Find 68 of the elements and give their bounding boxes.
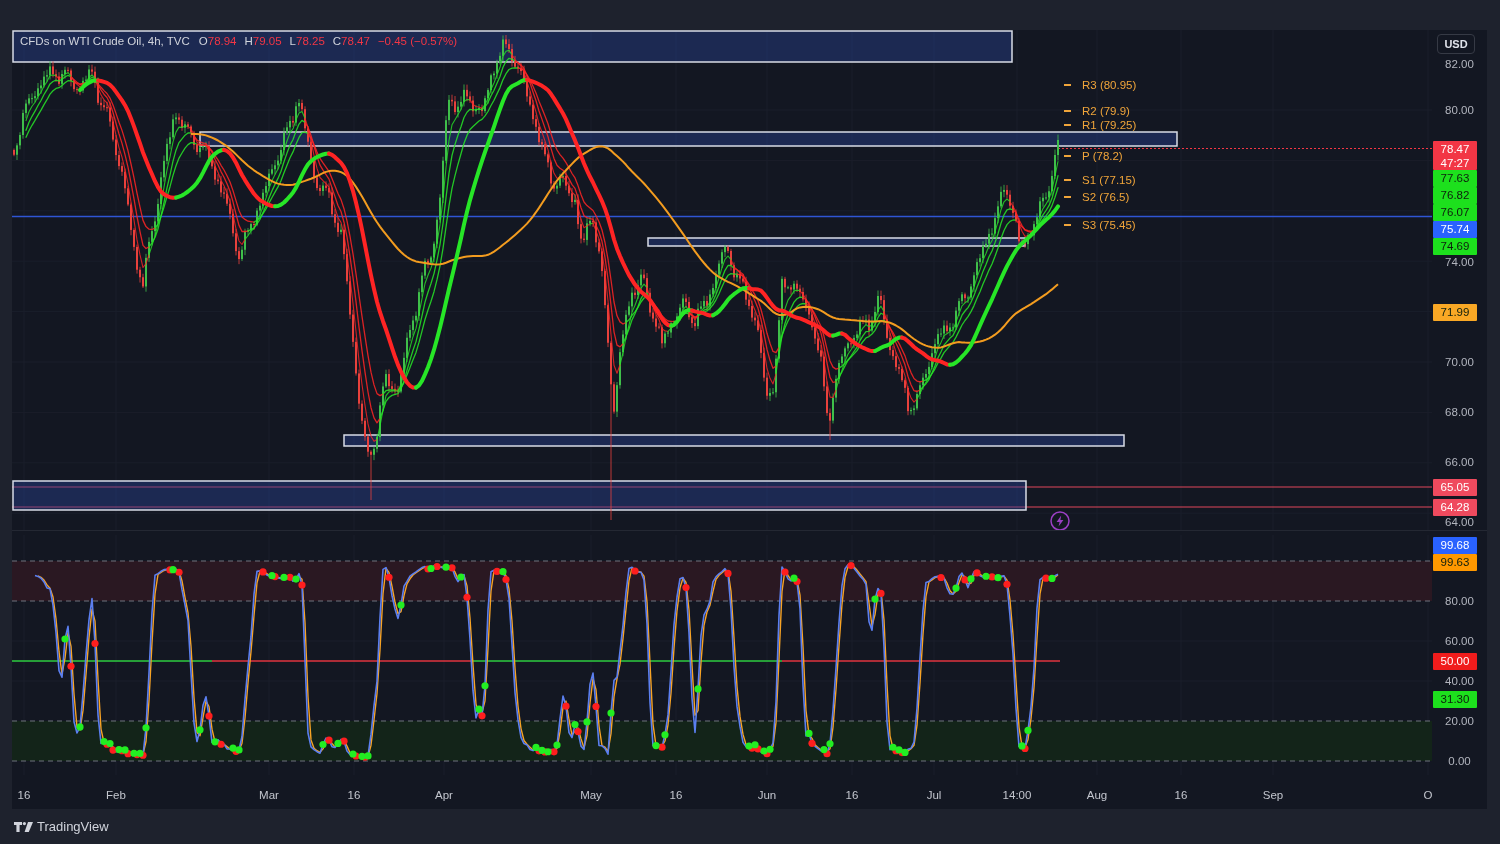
price-tag: 76.07 — [1433, 204, 1477, 221]
ohlc-value: 78.94 — [207, 34, 237, 48]
time-axis-label: Sep — [1262, 789, 1284, 801]
time-axis-label: 14:00 — [1002, 789, 1032, 801]
price-tag: 31.30 — [1433, 690, 1477, 708]
ohlc-label: O — [198, 34, 208, 48]
price-tag: 77.63 — [1433, 170, 1477, 187]
time-axis-label: Apr — [435, 789, 453, 801]
time-axis-label: Mar — [259, 789, 279, 801]
price-tag: 99.68 — [1433, 536, 1477, 554]
axis-tick-label: 80.00 — [1444, 595, 1475, 607]
price-tag: 75.74 — [1433, 221, 1477, 238]
time-axis-label: 16 — [669, 789, 683, 801]
time-axis-label: Jun — [757, 789, 777, 801]
time-axis-label: O — [1423, 789, 1433, 801]
axis-tick-label: 68.00 — [1444, 406, 1475, 418]
pivot-tick-icon — [1064, 110, 1071, 112]
symbol-title: CFDs on WTI Crude Oil, 4h, TVC — [20, 34, 190, 48]
time-axis-label: Aug — [1086, 789, 1108, 801]
pivot-tick-icon — [1064, 224, 1071, 226]
ohlc-label: L — [289, 34, 296, 48]
price-tag: 64.28 — [1433, 498, 1477, 516]
pivot-level-label: R3 (80.95) — [1082, 79, 1137, 91]
pivot-tick-icon — [1064, 124, 1071, 126]
pivot-tick-icon — [1064, 155, 1071, 157]
price-value: 78.47 — [1440, 141, 1470, 156]
axis-tick-label: 80.00 — [1444, 104, 1475, 116]
ohlc-value: 79.05 — [252, 34, 282, 48]
time-axis-label: Jul — [926, 789, 942, 801]
axis-tick-label: 0.00 — [1447, 755, 1472, 767]
countdown-timer: 47:27 — [1440, 155, 1470, 170]
pivot-tick-icon — [1064, 179, 1071, 181]
axis-tick-label: 64.00 — [1444, 516, 1475, 528]
time-axis-label: 16 — [1174, 789, 1188, 801]
time-axis-label: 16 — [845, 789, 859, 801]
axis-tick-label: 66.00 — [1444, 456, 1475, 468]
axis-tick-label: 20.00 — [1444, 715, 1475, 727]
pivot-level-label: S1 (77.15) — [1082, 174, 1136, 186]
time-axis-label: May — [580, 789, 602, 801]
time-axis-label: 16 — [17, 789, 31, 801]
price-tag: 65.05 — [1433, 478, 1477, 496]
pivot-tick-icon — [1064, 84, 1071, 86]
axis-tick-label: 40.00 — [1444, 675, 1475, 687]
axis-tick-label: 70.00 — [1444, 356, 1475, 368]
brand-link[interactable]: TradingView — [14, 819, 109, 834]
price-change: −0.45 (−0.57%) — [377, 34, 458, 48]
ohlc-label: H — [244, 34, 253, 48]
ohlc-label: C — [332, 34, 342, 48]
pivot-level-label: R2 (79.9) — [1082, 105, 1130, 117]
pivot-level-label: R1 (79.25) — [1082, 119, 1137, 131]
time-axis-label: 16 — [347, 789, 361, 801]
logo-icon — [14, 821, 33, 832]
price-tag: 71.99 — [1433, 303, 1477, 321]
ohlc-value: 78.47 — [341, 34, 370, 48]
axis-tick-label: 60.00 — [1444, 635, 1475, 647]
price-tag: 74.69 — [1433, 238, 1477, 255]
axis-tick-label: 82.00 — [1444, 58, 1475, 70]
pivot-level-label: S3 (75.45) — [1082, 219, 1136, 231]
price-tag: 76.82 — [1433, 187, 1477, 204]
currency-button[interactable]: USD — [1437, 34, 1475, 54]
lightning-icon[interactable] — [1050, 511, 1070, 530]
axis-tick-label: 74.00 — [1444, 256, 1475, 268]
ohlc-value: 78.25 — [296, 34, 325, 48]
price-tag: 50.00 — [1433, 652, 1477, 670]
pivot-level-label: P (78.2) — [1082, 150, 1123, 162]
pivot-tick-icon — [1064, 196, 1071, 198]
pivot-level-label: S2 (76.5) — [1082, 191, 1130, 203]
time-axis-label: Feb — [106, 789, 126, 801]
